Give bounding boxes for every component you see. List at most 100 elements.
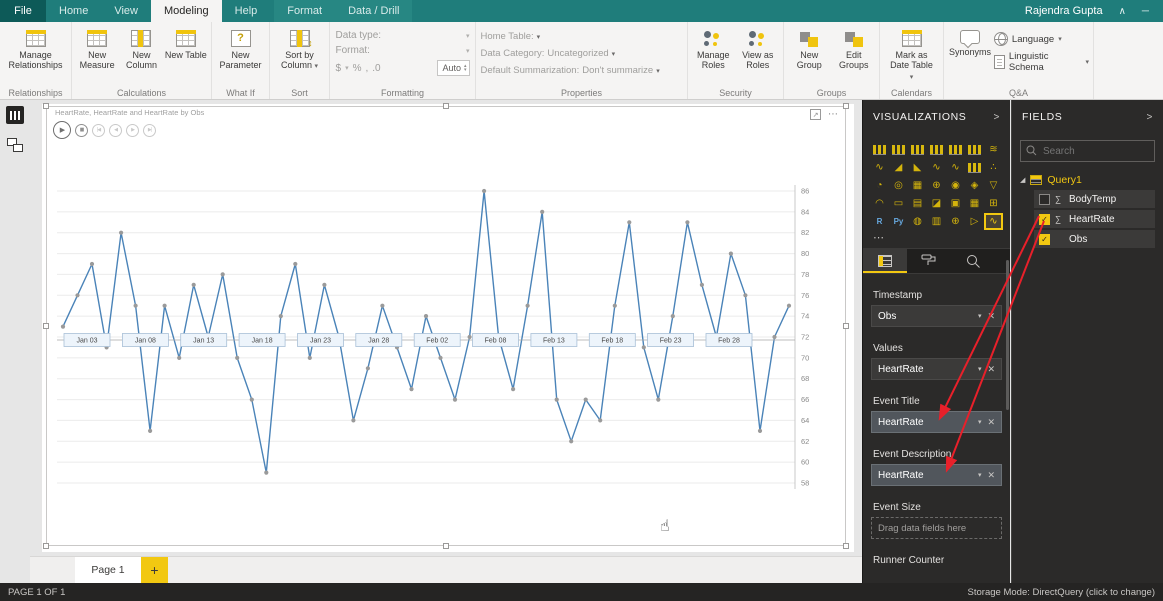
- signed-in-user[interactable]: Rajendra Gupta: [1025, 5, 1103, 17]
- manage-relationships-button[interactable]: Manage Relationships: [8, 27, 63, 85]
- scrollbar-thumb[interactable]: [1006, 260, 1009, 410]
- linguistic-schema-dropdown[interactable]: Linguistic Schema ▾: [993, 51, 1089, 73]
- viz-icon-python-visual[interactable]: Py: [890, 214, 907, 229]
- format-tab[interactable]: [907, 249, 951, 273]
- viz-icon-filled-map[interactable]: ◉: [947, 178, 964, 193]
- manage-roles-button[interactable]: Manage Roles: [692, 27, 735, 85]
- fields-tab[interactable]: [863, 249, 907, 273]
- resize-handle-ne[interactable]: [843, 103, 849, 109]
- viz-icon-card[interactable]: ▭: [890, 196, 907, 211]
- chevron-up-icon[interactable]: ∧: [1119, 6, 1126, 17]
- new-table-button[interactable]: New Table: [165, 27, 207, 85]
- new-measure-button[interactable]: New Measure: [76, 27, 118, 85]
- field-checkbox-HeartRate[interactable]: ✓: [1039, 213, 1050, 225]
- play-button[interactable]: ▶: [53, 121, 71, 139]
- home-table-dropdown[interactable]: Home Table: ▾: [481, 31, 683, 42]
- data-category-dropdown[interactable]: Data Category: Uncategorized ▾: [481, 48, 683, 59]
- currency-format-button[interactable]: $: [336, 63, 342, 74]
- resize-handle-s[interactable]: [443, 543, 449, 549]
- spinner-down-icon[interactable]: ▾: [464, 68, 467, 73]
- table-query1-row[interactable]: ◢ Query1: [1012, 168, 1163, 190]
- viz-icon-line-chart[interactable]: ∿: [871, 160, 888, 175]
- pause-button[interactable]: ▮▮: [75, 123, 88, 137]
- field-checkbox-Obs[interactable]: ✓: [1039, 233, 1050, 245]
- new-column-button[interactable]: New Column: [120, 27, 162, 85]
- remove-field-icon[interactable]: ✕: [987, 364, 995, 375]
- data-type-dropdown[interactable]: Data type: ▾: [336, 30, 470, 41]
- well-event-title-pill[interactable]: HeartRate ▾ ✕: [871, 411, 1002, 433]
- viz-icon-line-and-clustered-column-chart[interactable]: ∿: [947, 160, 964, 175]
- viz-icon-100-stacked-bar-chart[interactable]: [947, 142, 964, 157]
- viz-icon-slicer[interactable]: ▣: [947, 196, 964, 211]
- ribbon-tab-view[interactable]: View: [101, 0, 151, 22]
- format-dropdown[interactable]: Format: ▾: [336, 45, 470, 56]
- viz-icon-waterfall-chart[interactable]: [966, 160, 983, 175]
- synonyms-button[interactable]: Synonyms: [948, 27, 992, 85]
- view-as-roles-button[interactable]: View as Roles: [737, 27, 780, 85]
- viz-icon-map[interactable]: ⊕: [928, 178, 945, 193]
- dropdown-caret-icon[interactable]: ▾: [978, 365, 982, 373]
- viz-icon-100-stacked-column-chart[interactable]: [966, 142, 983, 157]
- viz-icon-area-chart[interactable]: ◢: [890, 160, 907, 175]
- viz-icon-matrix[interactable]: ⊞: [985, 196, 1002, 211]
- viz-icon-ribbon-chart[interactable]: ≋: [985, 142, 1002, 157]
- viz-icon-line-and-stacked-column-chart[interactable]: ∿: [928, 160, 945, 175]
- remove-field-icon[interactable]: ✕: [987, 417, 995, 428]
- file-menu-button[interactable]: File: [0, 0, 46, 22]
- ribbon-tab-help[interactable]: Help: [222, 0, 271, 22]
- dropdown-caret-icon[interactable]: ▾: [978, 471, 982, 479]
- decimal-places-button[interactable]: .0: [372, 63, 380, 74]
- report-page[interactable]: HeartRate, HeartRate and HeartRate by Ob…: [42, 103, 854, 552]
- mark-as-date-table-button[interactable]: Mark as Date Table ▾: [889, 27, 935, 85]
- skip-to-end-button[interactable]: ▶|: [143, 123, 156, 137]
- collapse-fields-panel-icon[interactable]: >: [1147, 112, 1153, 123]
- dropdown-caret-icon[interactable]: ▾: [978, 418, 982, 426]
- well-event-size-dropzone[interactable]: Drag data fields here: [871, 517, 1002, 539]
- collapse-table-icon[interactable]: ◢: [1020, 176, 1025, 184]
- language-dropdown[interactable]: Language ▾: [993, 32, 1089, 46]
- sort-by-column-button[interactable]: ↕ Sort by Column ▾: [277, 27, 323, 85]
- viz-icon-donut-chart[interactable]: ◎: [890, 178, 907, 193]
- default-summarization-dropdown[interactable]: Default Summarization: Don't summarize ▾: [481, 65, 683, 76]
- dropdown-caret-icon[interactable]: ▾: [978, 312, 982, 320]
- currency-caret-icon[interactable]: ▾: [345, 64, 349, 72]
- model-view-button[interactable]: [0, 130, 30, 160]
- well-values-pill[interactable]: HeartRate ▾ ✕: [871, 358, 1002, 380]
- resize-handle-w[interactable]: [43, 323, 49, 329]
- comma-format-button[interactable]: ,: [365, 63, 368, 74]
- resize-handle-nw[interactable]: [43, 103, 49, 109]
- viz-icon-clustered-column-chart[interactable]: [928, 142, 945, 157]
- viz-icon-clustered-bar-chart[interactable]: [909, 142, 926, 157]
- viz-icon-funnel[interactable]: ▽: [985, 178, 1002, 193]
- viz-icon-stacked-area-chart[interactable]: ◣: [909, 160, 926, 175]
- viz-icon-stacked-bar-chart[interactable]: [871, 142, 888, 157]
- step-back-button[interactable]: ◀: [109, 123, 122, 137]
- ribbon-tab-modeling[interactable]: Modeling: [151, 0, 222, 22]
- viz-icon-pulse-chart[interactable]: ∿: [984, 213, 1003, 230]
- step-forward-button[interactable]: ▶: [126, 123, 139, 137]
- field-item-BodyTemp[interactable]: ∑ BodyTemp: [1034, 190, 1155, 208]
- viz-icon-table[interactable]: ▦: [966, 196, 983, 211]
- viz-icon-kpi[interactable]: ◪: [928, 196, 945, 211]
- storage-mode-indicator[interactable]: Storage Mode: DirectQuery (click to chan…: [968, 587, 1163, 598]
- skip-to-start-button[interactable]: |◀: [92, 123, 105, 137]
- field-item-HeartRate[interactable]: ✓ ∑ HeartRate: [1034, 210, 1155, 228]
- collapse-visualizations-panel-icon[interactable]: >: [994, 112, 1000, 123]
- report-view-button[interactable]: [0, 100, 30, 130]
- add-page-button[interactable]: +: [141, 557, 168, 583]
- well-event-description-pill[interactable]: HeartRate ▾ ✕: [871, 464, 1002, 486]
- page-tab-page1[interactable]: Page 1: [75, 557, 141, 583]
- ribbon-tab-home[interactable]: Home: [46, 0, 101, 22]
- decimal-auto-spinner[interactable]: Auto ▴ ▾: [437, 60, 470, 76]
- well-timestamp-pill[interactable]: Obs ▾ ✕: [871, 305, 1002, 327]
- contextual-tab-data-drill[interactable]: Data / Drill: [335, 0, 412, 22]
- viz-icon-shape-map[interactable]: ◈: [966, 178, 983, 193]
- resize-handle-sw[interactable]: [43, 543, 49, 549]
- visual-more-options-icon[interactable]: ⋯: [828, 109, 839, 120]
- pulse-chart-visual[interactable]: HeartRate, HeartRate and HeartRate by Ob…: [43, 103, 849, 549]
- new-group-button[interactable]: New Group: [788, 27, 831, 85]
- remove-field-icon[interactable]: ✕: [987, 470, 995, 481]
- viz-icon-key-influencers[interactable]: ◍: [909, 214, 926, 229]
- viz-icon-gauge[interactable]: ◠: [871, 196, 888, 211]
- field-checkbox-BodyTemp[interactable]: [1039, 193, 1050, 205]
